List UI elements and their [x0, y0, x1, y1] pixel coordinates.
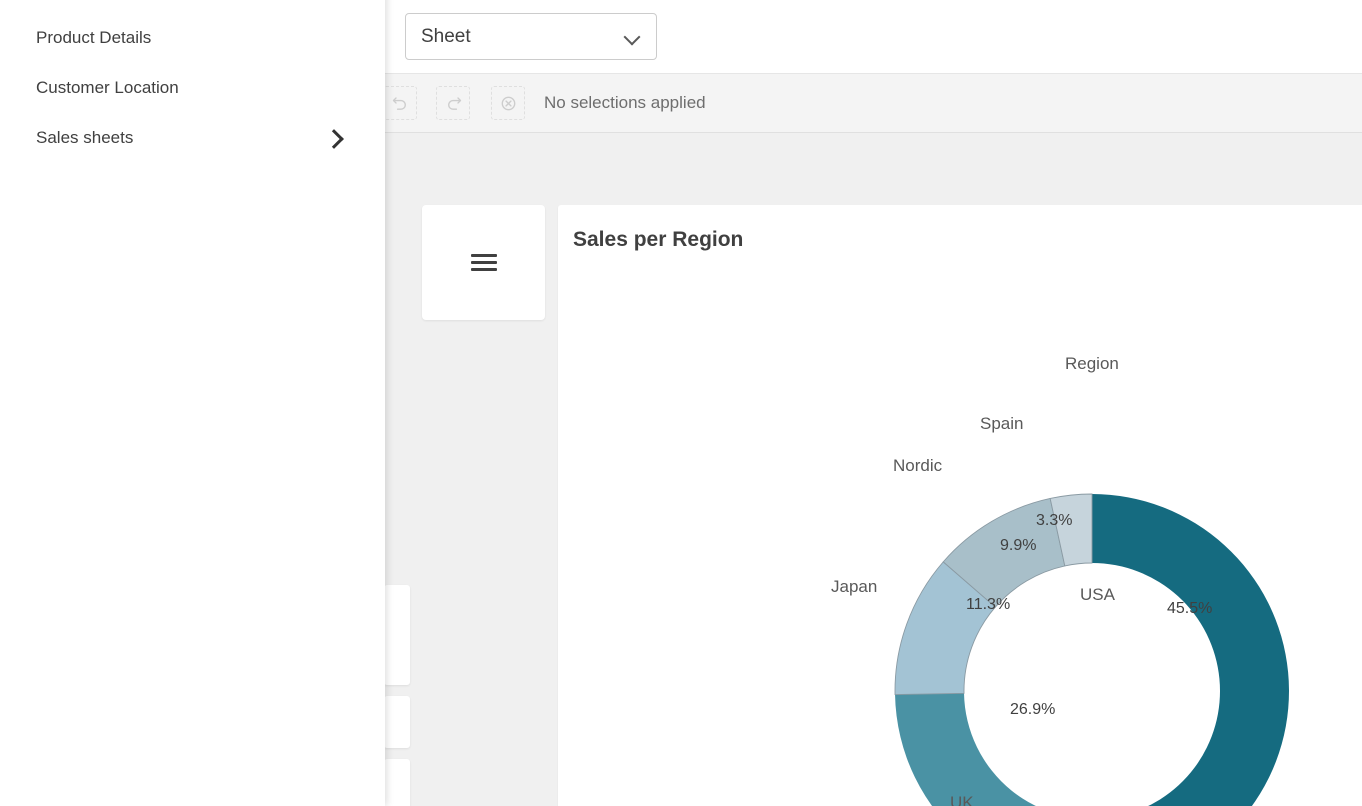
slice-value-spain: 3.3%: [1036, 512, 1072, 530]
redo-icon[interactable]: [436, 86, 470, 120]
clear-selections-icon[interactable]: [491, 86, 525, 120]
donut-svg: [558, 205, 1362, 806]
nav-item-product-details[interactable]: Product Details: [0, 13, 385, 63]
sheet-selector-label: Sheet: [421, 26, 625, 48]
nav-item-label: Product Details: [36, 28, 355, 48]
nav-item-sales-sheets[interactable]: Sales sheets: [0, 113, 385, 163]
slice-value-usa: 45.5%: [1167, 600, 1212, 618]
nav-item-customer-location[interactable]: Customer Location: [0, 63, 385, 113]
no-selections-label: No selections applied: [544, 93, 706, 113]
slice-label-nordic: Nordic: [893, 456, 942, 476]
slice-value-japan: 11.3%: [966, 596, 1010, 614]
sales-per-region-chart-card[interactable]: Sales per Region USA UK Japan Nordic Spa…: [558, 205, 1362, 806]
donut-chart[interactable]: USA UK Japan Nordic Spain Region 45.5% 2…: [558, 205, 1362, 806]
chevron-right-icon: [325, 130, 341, 146]
slice-label-spain: Spain: [980, 414, 1023, 434]
slice-value-nordic: 9.9%: [1000, 537, 1036, 555]
chevron-down-icon: [625, 29, 641, 45]
donut-slice-usa[interactable]: [1092, 494, 1289, 806]
application-window: Sheet: [0, 0, 1362, 806]
slice-value-uk: 26.9%: [1010, 701, 1055, 719]
background-object-2[interactable]: [384, 696, 410, 748]
background-object-3[interactable]: [384, 759, 410, 806]
sheet-list-panel: Product Details Customer Location Sales …: [0, 0, 385, 806]
legend-title: Region: [1065, 354, 1119, 374]
undo-icon[interactable]: [383, 86, 417, 120]
slice-label-usa: USA: [1080, 585, 1115, 605]
slice-label-japan: Japan: [831, 577, 877, 597]
slice-label-uk: UK: [950, 793, 974, 806]
nav-item-label: Customer Location: [36, 78, 355, 98]
nav-item-label: Sales sheets: [36, 128, 325, 148]
donut-slice-group: [895, 494, 1289, 806]
hamburger-menu-icon: [471, 254, 497, 272]
sheet-nav-button[interactable]: [422, 205, 545, 320]
background-object-1[interactable]: [384, 585, 410, 685]
sheet-selector[interactable]: Sheet: [405, 13, 657, 60]
